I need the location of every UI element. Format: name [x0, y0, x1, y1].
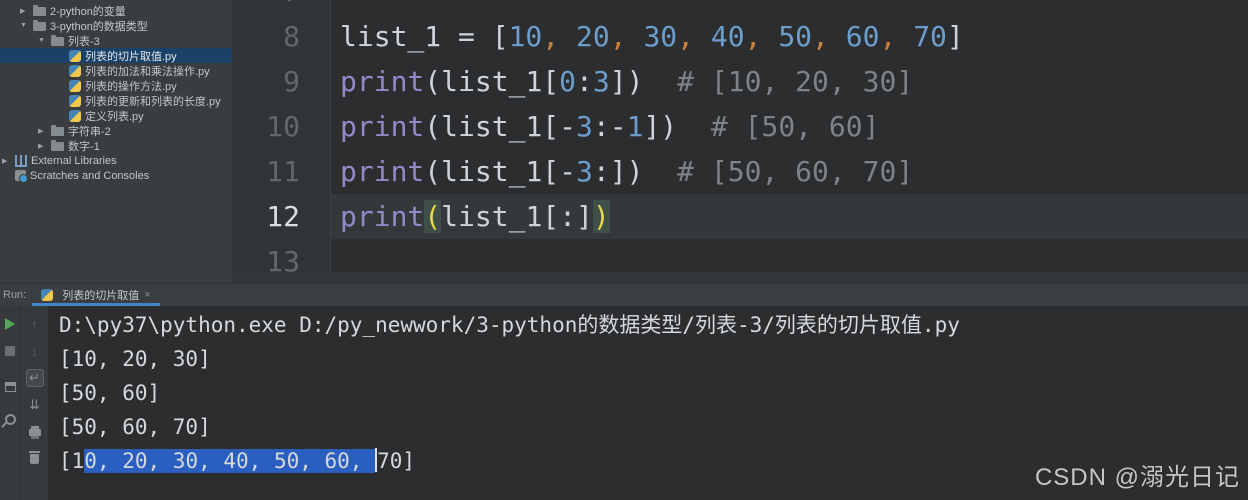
sidebar-item-label: 列表的切片取值.py: [85, 48, 177, 64]
sidebar-item[interactable]: 列表的切片取值.py: [0, 48, 232, 63]
sidebar-item-label: Scratches and Consoles: [30, 170, 149, 182]
python-file-icon: [69, 50, 81, 62]
print-icon[interactable]: [26, 423, 44, 441]
stop-icon[interactable]: [1, 342, 19, 360]
run-tab[interactable]: 列表的切片取值 ×: [32, 284, 159, 306]
down-arrow-icon[interactable]: ↓: [26, 342, 44, 360]
line-number: 8: [232, 14, 331, 59]
code-text: print(list_1[-3:-1]) # [50, 60]: [331, 104, 1248, 149]
selected-text: 0, 20, 30, 40, 50, 60,: [84, 449, 375, 473]
console-line: D:\py37\python.exe D:/py_newwork/3-pytho…: [59, 308, 1248, 342]
sidebar-item[interactable]: 定义列表.py: [0, 108, 232, 123]
main-area: ▶ 2-python的变量 ▼ 3-python的数据类型 ▼ 列表-3列表的切片取值.p…: [0, 0, 1248, 283]
sidebar-item[interactable]: 列表的加法和乘法操作.py: [0, 63, 232, 78]
editor-scroll-track: [232, 272, 1248, 283]
pycharm-window: ▶ 2-python的变量 ▼ 3-python的数据类型 ▼ 列表-3列表的切片取值.p…: [0, 0, 1248, 500]
run-label: Run:: [0, 289, 32, 301]
python-file-icon: [41, 289, 53, 301]
line-number: 7: [232, 0, 331, 14]
folder-icon: [51, 127, 64, 136]
code-text: print(list_1[-3:]) # [50, 60, 70]: [331, 149, 1248, 194]
folder-icon: [51, 37, 64, 46]
python-file-icon: [69, 80, 81, 92]
sidebar-item-label: 列表的操作方法.py: [85, 78, 177, 94]
project-tree[interactable]: ▶ 2-python的变量 ▼ 3-python的数据类型 ▼ 列表-3列表的切片取值.p…: [0, 0, 232, 283]
sidebar-item-label: 列表-3: [68, 33, 100, 49]
code-line: 9print(list_1[0:3]) # [10, 20, 30]: [232, 59, 1248, 104]
sidebar-item-label: 数字-1: [68, 138, 100, 154]
sidebar-item-label: 字符串-2: [68, 123, 111, 139]
run-toolbar-left: [0, 306, 21, 500]
sidebar-item[interactable]: ▼ 列表-3: [0, 33, 232, 48]
code-line: 8list_1 = [10, 20, 30, 40, 50, 60, 70]: [232, 14, 1248, 59]
sidebar-item[interactable]: Scratches and Consoles: [0, 168, 232, 183]
sidebar-item[interactable]: ▼ 3-python的数据类型: [0, 18, 232, 33]
code-line: 10print(list_1[-3:-1]) # [50, 60]: [232, 104, 1248, 149]
line-number: 12: [232, 194, 331, 239]
console-line: [10, 20, 30]: [59, 342, 1248, 376]
python-file-icon: [69, 95, 81, 107]
scratches-icon: [15, 170, 26, 181]
sidebar-item[interactable]: ▶ 2-python的变量: [0, 3, 232, 18]
console-toolbar: ↑ ↓ ↵ ⇊: [21, 306, 49, 500]
code-text: print(list_1[0:3]) # [10, 20, 30]: [331, 59, 1248, 104]
sidebar-item-label: 定义列表.py: [85, 108, 144, 124]
up-arrow-icon[interactable]: ↑: [26, 315, 44, 333]
sidebar-item-label: 列表的加法和乘法操作.py: [85, 63, 210, 79]
python-file-icon: [69, 110, 81, 122]
pin-icon[interactable]: [1, 410, 19, 428]
watermark: CSDN @溺光日记: [1035, 457, 1240, 492]
clear-icon[interactable]: [26, 450, 44, 468]
library-icon: [15, 155, 27, 167]
code-text: print(list_1[:]): [331, 194, 1248, 239]
code-line: 12print(list_1[:]): [232, 194, 1248, 239]
folder-icon: [33, 22, 46, 31]
rerun-icon[interactable]: [1, 315, 19, 333]
sidebar-item[interactable]: ▶ 字符串-2: [0, 123, 232, 138]
close-icon[interactable]: ×: [144, 290, 150, 301]
code-text: [331, 0, 1248, 14]
chevron-right-icon[interactable]: ▶: [38, 142, 51, 150]
chevron-right-icon[interactable]: ▶: [20, 7, 33, 15]
code-editor[interactable]: 78list_1 = [10, 20, 30, 40, 50, 60, 70]9…: [232, 0, 1248, 283]
scroll-to-end-icon[interactable]: ⇊: [26, 396, 44, 414]
restore-layout-icon[interactable]: [1, 378, 19, 396]
code-text: list_1 = [10, 20, 30, 40, 50, 60, 70]: [331, 14, 1248, 59]
sidebar-item[interactable]: ▶ External Libraries: [0, 153, 232, 168]
python-file-icon: [69, 65, 81, 77]
sidebar-item[interactable]: ▶ 数字-1: [0, 138, 232, 153]
sidebar-item-label: 2-python的变量: [50, 3, 126, 19]
sidebar-item[interactable]: 列表的更新和列表的长度.py: [0, 93, 232, 108]
soft-wrap-icon[interactable]: ↵: [26, 369, 44, 387]
console-line: [50, 60, 70]: [59, 410, 1248, 444]
chevron-down-icon[interactable]: ▼: [38, 37, 51, 44]
code-line: 11print(list_1[-3:]) # [50, 60, 70]: [232, 149, 1248, 194]
sidebar-item-label: 列表的更新和列表的长度.py: [85, 93, 221, 109]
sidebar-item-label: 3-python的数据类型: [50, 18, 148, 34]
chevron-right-icon[interactable]: ▶: [2, 157, 15, 165]
line-number: 10: [232, 104, 331, 149]
sidebar-item-label: External Libraries: [31, 155, 117, 167]
code-line: 7: [232, 0, 1248, 14]
sidebar-item[interactable]: 列表的操作方法.py: [0, 78, 232, 93]
chevron-down-icon[interactable]: ▼: [20, 22, 33, 29]
folder-icon: [51, 142, 64, 151]
run-tab-title: 列表的切片取值: [62, 287, 139, 303]
console-line: [50, 60]: [59, 376, 1248, 410]
line-number: 9: [232, 59, 331, 104]
run-tab-bar: Run: 列表的切片取值 ×: [0, 283, 1248, 306]
folder-icon: [33, 7, 46, 16]
line-number: 11: [232, 149, 331, 194]
chevron-right-icon[interactable]: ▶: [38, 127, 51, 135]
